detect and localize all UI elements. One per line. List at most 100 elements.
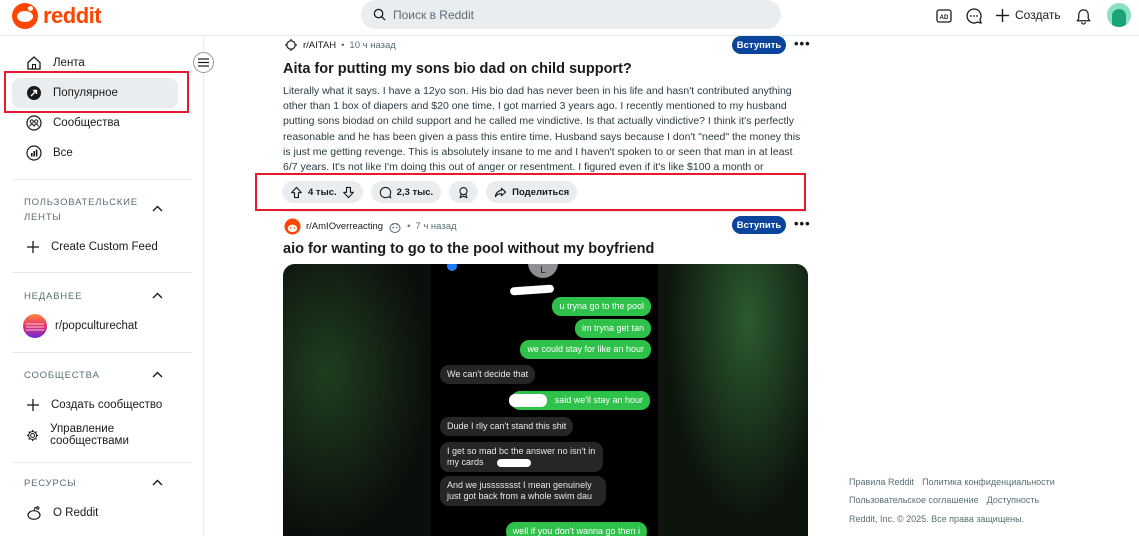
post-meta: r/AITAH • 10 ч назад (284, 38, 396, 52)
all-icon (26, 145, 42, 161)
contact-avatar: L (528, 264, 558, 278)
vote-control: 4 тыс. (282, 181, 363, 203)
search-icon (373, 8, 386, 21)
message-bubble: u tryna go to the pool (552, 297, 651, 316)
reddit-logo[interactable]: reddit (12, 3, 102, 29)
sidebar-item-home[interactable]: Лента (12, 48, 178, 78)
more-options-button[interactable]: ••• (794, 216, 811, 231)
sidebar-item-popculturechat[interactable]: r/popculturechat (12, 311, 178, 341)
message-bubble: Dude I rlly can't stand this shit (440, 417, 574, 436)
unread-dot-icon (447, 264, 457, 271)
sidebar-item-about-reddit[interactable]: О Reddit (12, 498, 178, 528)
upvote-icon[interactable] (290, 186, 303, 199)
sidebar-item-all[interactable]: Все (12, 138, 178, 168)
left-sidebar: Лента Популярное Сообщества Все ПОЛЬЗОВА… (0, 36, 204, 536)
share-label: Поделиться (512, 186, 570, 198)
sidebar-item-popular[interactable]: Популярное (12, 78, 178, 108)
home-icon (27, 56, 41, 70)
post-title[interactable]: Aita for putting my sons bio dad on chil… (283, 61, 632, 77)
join-button[interactable]: Вступить (732, 216, 786, 234)
redaction-scribble (497, 459, 531, 467)
award-button[interactable] (449, 181, 479, 203)
chat-screenshot: L u tryna go to the pool im tryna get ta… (431, 264, 658, 536)
dot-separator: • (407, 221, 411, 232)
comment-icon (379, 186, 392, 198)
search-placeholder: Поиск в Reddit (393, 7, 474, 22)
post-body[interactable]: Literally what it says. I have a 12yo so… (283, 84, 805, 175)
image-blurred-background (283, 264, 431, 536)
plus-icon (27, 241, 39, 253)
footer-link-user-agreement[interactable]: Пользовательское соглашение (849, 495, 979, 505)
footer-link-accessibility[interactable]: Доступность (987, 495, 1040, 505)
reddit-logo-icon (12, 3, 38, 29)
sidebar-item-label: Создать сообщество (51, 399, 163, 411)
sidebar-item-create-custom-feed[interactable]: Create Custom Feed (12, 232, 178, 262)
gear-icon (26, 429, 39, 441)
footer-link-privacy[interactable]: Политика конфиденциальности (922, 477, 1055, 487)
sidebar-item-label: Управление сообществами (50, 423, 129, 447)
message-bubble: We can't decide that (440, 365, 536, 384)
dot-separator: • (341, 39, 345, 51)
more-options-button[interactable]: ••• (794, 36, 811, 51)
section-title-custom-feeds: ПОЛЬЗОВАТЕЛЬСКИЕ ЛЕНТЫ (24, 197, 138, 223)
redaction-scribble (509, 394, 547, 407)
plus-icon (27, 399, 39, 411)
sidebar-item-label: Все (53, 147, 73, 159)
collapse-sidebar-button[interactable] (193, 52, 214, 73)
message-bubble: we could stay for like an hour (520, 340, 651, 359)
communities-icon (26, 115, 42, 131)
create-label: Создать (1015, 8, 1061, 22)
reddit-alien-icon (27, 506, 41, 520)
chevron-up-icon[interactable] (150, 201, 164, 215)
sidebar-item-communities[interactable]: Сообщества (12, 108, 178, 138)
sidebar-divider (12, 462, 192, 463)
join-button[interactable]: Вступить (732, 36, 786, 54)
sidebar-item-label: Популярное (53, 87, 118, 99)
subreddit-link[interactable]: r/AmIOverreacting (306, 221, 383, 232)
image-blurred-background (658, 264, 808, 536)
footer-copyright: Reddit, Inc. © 2025. Все права защищены. (849, 514, 1024, 524)
downvote-icon[interactable] (342, 186, 355, 199)
post-time: 7 ч назад (415, 221, 457, 232)
post-title[interactable]: aio for wanting to go to the pool withou… (283, 241, 654, 257)
footer-link-rules[interactable]: Правила Reddit (849, 477, 914, 487)
comments-button[interactable]: 2,3 тыс. (370, 181, 442, 203)
logo-text: reddit (43, 3, 102, 28)
chevron-up-icon[interactable] (150, 367, 164, 381)
chevron-up-icon[interactable] (150, 288, 164, 302)
svg-text:AD: AD (940, 15, 949, 21)
sidebar-divider (12, 352, 192, 353)
share-icon (495, 187, 507, 197)
post-actions: 4 тыс. 2,3 тыс. Поделиться (282, 181, 578, 203)
menu-icon (198, 58, 209, 67)
post-divider (282, 211, 808, 212)
community-avatar-icon[interactable] (284, 218, 301, 235)
mod-badge-icon (389, 222, 401, 233)
subreddit-link[interactable]: r/AITAH (303, 40, 336, 51)
sidebar-item-label: Сообщества (53, 117, 120, 129)
community-avatar-icon (23, 314, 47, 338)
sidebar-item-label: О Reddit (53, 507, 99, 519)
sidebar-divider (12, 179, 192, 180)
sidebar-item-label: Create Custom Feed (51, 241, 158, 253)
bell-icon[interactable] (1072, 5, 1094, 27)
user-avatar[interactable] (1107, 3, 1131, 27)
search-input[interactable]: Поиск в Reddit (361, 0, 781, 29)
community-icon[interactable] (284, 38, 298, 52)
advertise-icon[interactable]: AD (933, 5, 955, 27)
share-button[interactable]: Поделиться (486, 181, 578, 203)
chat-icon[interactable] (963, 5, 985, 27)
sidebar-item-create-community[interactable]: Создать сообщество (12, 390, 178, 420)
comment-count: 2,3 тыс. (396, 186, 434, 198)
top-bar: reddit Поиск в Reddit AD Создать (0, 0, 1139, 36)
footer-links-row: Правила Reddit Политика конфиденциальнос… (849, 477, 1055, 487)
chevron-up-icon[interactable] (150, 475, 164, 489)
post-image[interactable]: L u tryna go to the pool im tryna get ta… (283, 264, 808, 536)
sidebar-divider (12, 272, 192, 273)
create-button[interactable]: Создать (995, 4, 1061, 26)
message-bubble: And we jussssssst I mean genuinely just … (440, 476, 606, 506)
award-icon (459, 186, 468, 199)
message-bubble: im tryna get tan (574, 319, 651, 338)
section-title-communities: СООБЩЕСТВА (24, 370, 100, 381)
sidebar-item-manage-communities[interactable]: Управление сообществами (12, 420, 178, 450)
